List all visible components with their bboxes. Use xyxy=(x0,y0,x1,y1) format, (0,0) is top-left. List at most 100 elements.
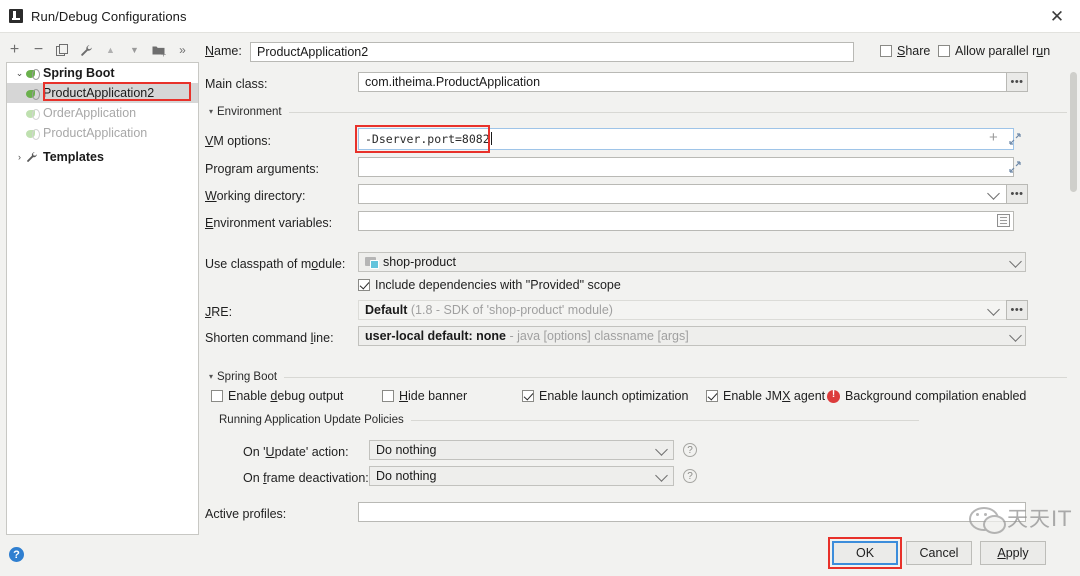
help-icon[interactable]: ? xyxy=(683,443,697,457)
tree-node-spring-boot[interactable]: ⌄ Spring Boot xyxy=(7,63,198,83)
include-provided-scope-label: Include dependencies with "Provided" sco… xyxy=(375,278,621,292)
tree-node-templates[interactable]: › Templates xyxy=(7,147,198,167)
shorten-command-line-label: Shorten command line: xyxy=(205,331,334,345)
checkbox-box[interactable] xyxy=(880,45,892,57)
ok-button[interactable]: OK xyxy=(832,541,898,565)
move-up-button[interactable]: ▲ xyxy=(100,40,121,60)
document-icon[interactable] xyxy=(997,214,1010,227)
program-arguments-input[interactable] xyxy=(358,157,1014,177)
environment-section-header[interactable]: ▾ Environment xyxy=(205,106,1067,118)
program-arguments-label: Program arguments: xyxy=(205,162,319,176)
name-input[interactable]: ProductApplication2 xyxy=(250,42,854,62)
main-class-input[interactable]: com.itheima.ProductApplication xyxy=(358,72,1014,92)
enable-debug-output-label: Enable debug output xyxy=(228,389,344,403)
tree-node-label: OrderApplication xyxy=(43,106,137,120)
main-class-label: Main class: xyxy=(205,77,268,91)
background-compilation-label: Background compilation enabled xyxy=(845,389,1027,403)
copy-configuration-button[interactable] xyxy=(52,40,73,60)
enable-jmx-agent-checkbox[interactable]: Enable JMX agent xyxy=(706,389,825,403)
edit-templates-button[interactable] xyxy=(76,40,97,60)
checkbox-box[interactable] xyxy=(938,45,950,57)
divider xyxy=(288,111,1067,113)
allow-parallel-run-label: Allow parallel run xyxy=(955,44,1051,58)
checkbox-box[interactable] xyxy=(358,279,370,291)
tree-node-label: Spring Boot xyxy=(43,66,115,80)
chevron-down-icon[interactable]: ⌄ xyxy=(13,68,26,78)
more-options-button[interactable]: » xyxy=(172,40,193,60)
spring-boot-section-label: Spring Boot xyxy=(217,371,278,383)
tree-node-productapplication[interactable]: ProductApplication xyxy=(7,123,198,143)
expand-icon[interactable] xyxy=(1008,160,1021,173)
shorten-command-line-value: user-local default: none xyxy=(365,329,506,343)
vm-options-input[interactable]: -Dserver.port=8082 xyxy=(358,128,1014,150)
scrollbar-thumb[interactable] xyxy=(1070,72,1077,192)
expand-icon[interactable] xyxy=(1008,132,1021,145)
update-policies-section-header: Running Application Update Policies xyxy=(219,414,919,426)
vertical-scrollbar[interactable] xyxy=(1068,66,1079,535)
chevron-down-icon[interactable]: ▾ xyxy=(205,373,217,381)
environment-variables-label: Environment variables: xyxy=(205,216,333,230)
chevron-right-icon[interactable]: › xyxy=(13,152,26,162)
tree-node-label: ProductApplication xyxy=(43,126,148,140)
chevron-down-icon[interactable]: ▾ xyxy=(205,108,217,116)
environment-section-label: Environment xyxy=(217,106,282,118)
checkbox-box[interactable] xyxy=(211,390,223,402)
checkbox-box[interactable] xyxy=(522,390,534,402)
tree-node-orderapplication[interactable]: OrderApplication xyxy=(7,103,198,123)
active-profiles-input[interactable] xyxy=(358,502,1026,522)
name-label: Name: xyxy=(205,44,242,58)
on-frame-deactivation-label: On frame deactivation: xyxy=(243,471,369,485)
close-icon[interactable]: ✕ xyxy=(1034,0,1080,33)
use-classpath-of-module-value: shop-product xyxy=(383,255,456,269)
move-down-button[interactable]: ▼ xyxy=(124,40,145,60)
shorten-command-line-hint: - java [options] classname [args] xyxy=(509,329,689,343)
enable-launch-optimization-label: Enable launch optimization xyxy=(539,389,689,403)
spring-boot-icon xyxy=(26,127,40,140)
on-update-action-label: On 'Update' action: xyxy=(243,445,349,459)
share-checkbox[interactable]: Share xyxy=(880,44,930,58)
configuration-form: Main class: com.itheima.ProductApplicati… xyxy=(205,66,1067,535)
run-debug-configurations-dialog: Run/Debug Configurations ✕ + − ▲ ▼ + » ⌄… xyxy=(0,0,1080,576)
svg-text:+: + xyxy=(160,50,166,57)
apply-button[interactable]: Apply xyxy=(980,541,1046,565)
working-directory-input[interactable] xyxy=(358,184,1014,204)
vm-options-label: VM options: xyxy=(205,134,272,148)
divider xyxy=(410,419,919,421)
configurations-toolbar: + − ▲ ▼ + » xyxy=(4,38,200,62)
vm-options-value: -Dserver.port=8082 xyxy=(365,132,490,146)
include-provided-scope-checkbox[interactable]: Include dependencies with "Provided" sco… xyxy=(358,278,621,292)
checkbox-box[interactable] xyxy=(706,390,718,402)
divider xyxy=(284,376,1067,378)
spring-boot-section-header[interactable]: ▾ Spring Boot xyxy=(205,371,1067,383)
add-configuration-button[interactable]: + xyxy=(4,40,25,60)
jre-value: Default xyxy=(365,303,408,317)
enable-launch-optimization-checkbox[interactable]: Enable launch optimization xyxy=(522,389,688,403)
jre-combo[interactable]: Default (1.8 - SDK of 'shop-product' mod… xyxy=(358,300,1014,320)
hide-banner-checkbox[interactable]: Hide banner xyxy=(382,389,467,403)
help-icon[interactable]: ? xyxy=(683,469,697,483)
main-class-browse-button[interactable]: ••• xyxy=(1006,72,1028,92)
spring-boot-icon xyxy=(26,87,40,100)
working-directory-browse-button[interactable]: ••• xyxy=(1006,184,1028,204)
add-macro-icon[interactable]: + xyxy=(989,130,998,145)
enable-debug-output-checkbox[interactable]: Enable debug output xyxy=(211,389,343,403)
move-into-folder-button[interactable]: + xyxy=(148,40,169,60)
tree-node-productapplication2[interactable]: ProductApplication2 xyxy=(7,83,198,103)
share-label: Share xyxy=(897,44,931,58)
update-policies-label: Running Application Update Policies xyxy=(219,414,404,426)
jre-hint: (1.8 - SDK of 'shop-product' module) xyxy=(410,303,613,317)
on-update-action-combo[interactable]: Do nothing xyxy=(369,440,674,460)
checkbox-box[interactable] xyxy=(382,390,394,402)
environment-variables-input[interactable] xyxy=(358,211,1014,231)
allow-parallel-run-checkbox[interactable]: Allow parallel run xyxy=(938,44,1050,58)
help-icon[interactable]: ? xyxy=(9,547,24,562)
remove-configuration-button[interactable]: − xyxy=(28,40,49,60)
jre-browse-button[interactable]: ••• xyxy=(1006,300,1028,320)
configurations-tree[interactable]: ⌄ Spring Boot ProductApplication2 OrderA… xyxy=(6,62,199,535)
tree-node-label: Templates xyxy=(43,150,104,164)
cancel-button[interactable]: Cancel xyxy=(906,541,972,565)
shorten-command-line-combo[interactable]: user-local default: none - java [options… xyxy=(358,326,1026,346)
use-classpath-of-module-combo[interactable]: shop-product xyxy=(358,252,1026,272)
on-frame-deactivation-combo[interactable]: Do nothing xyxy=(369,466,674,486)
use-classpath-of-module-label: Use classpath of module: xyxy=(205,257,346,271)
